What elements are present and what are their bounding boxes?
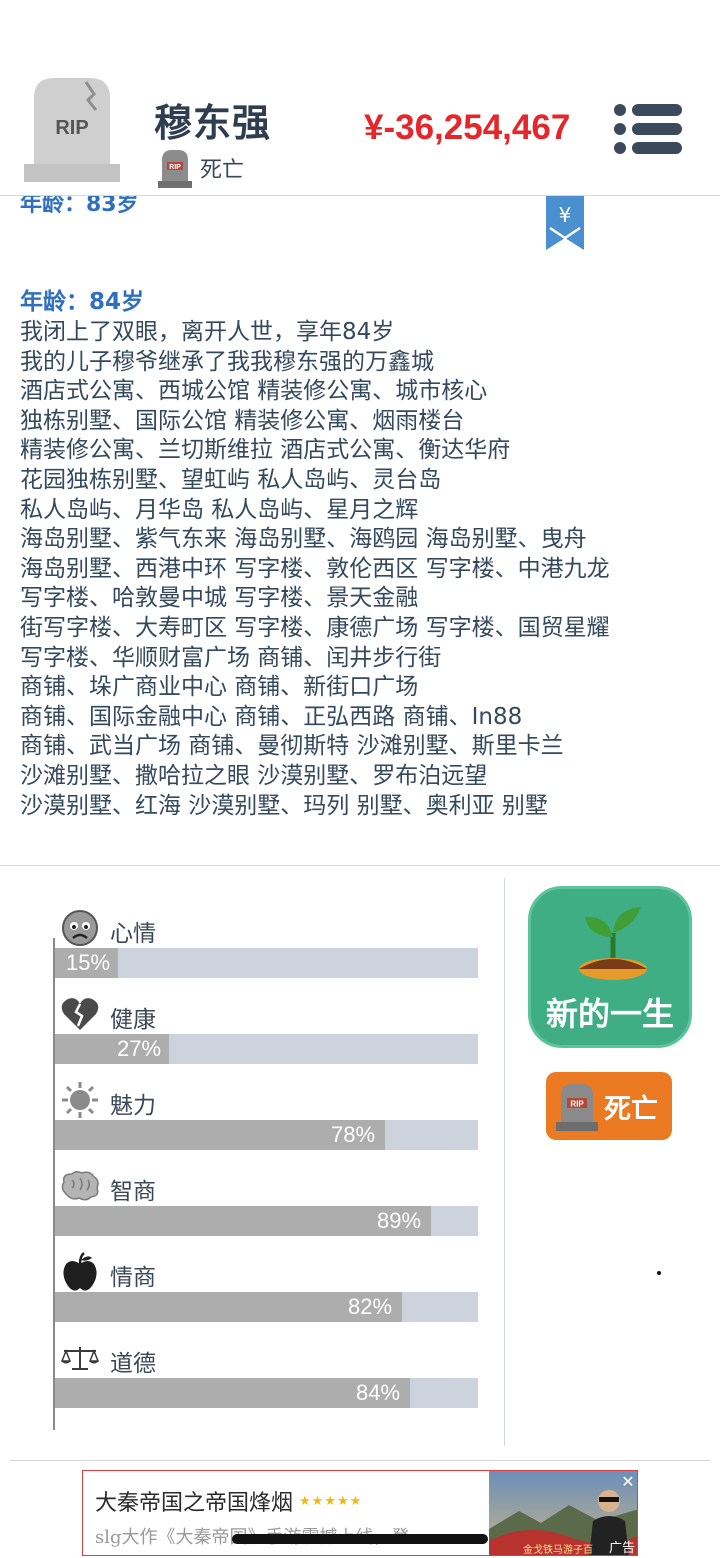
menu-dot — [614, 142, 626, 154]
menu-bar — [632, 104, 682, 116]
stat-percent: 82% — [348, 1294, 393, 1319]
log-line: 写字楼、哈敦曼中城 写字楼、景天金融 — [20, 585, 419, 612]
stat-label: 魅力 — [110, 1093, 156, 1119]
apple-icon — [60, 1252, 100, 1292]
log-line: 我的儿子穆爷继承了我我穆东强的万鑫城 — [20, 348, 434, 375]
log-line: 独栋别墅、国际公馆 精装修公寓、烟雨楼台 — [20, 407, 465, 434]
stat-percent: 27% — [117, 1036, 162, 1061]
sprout-icon — [579, 907, 647, 980]
ad-caption: 金戈铁马游子百 — [523, 1545, 593, 1556]
stat-bar-track: 78% — [55, 1120, 478, 1150]
small-tombstone-icon: RIP — [158, 150, 192, 188]
log-line: 沙滩别墅、撒哈拉之眼 沙漠别墅、罗布泊远望 — [20, 762, 488, 789]
new-life-label: 新的一生 — [545, 995, 674, 1033]
money-bookmark-icon[interactable]: ¥ — [546, 196, 584, 250]
menu-button[interactable] — [612, 100, 684, 158]
profile-header: RIP 穆东强 RIP 死亡 ¥-36,254,467 — [0, 0, 720, 196]
log-line: 街写字楼、大寿町区 写字楼、康德广场 写字楼、国贸星耀 — [20, 614, 610, 641]
previous-age-title: 年龄：83岁 — [20, 196, 139, 217]
log-line: 写字楼、华顺财富广场 商铺、闰井步行街 — [20, 644, 442, 671]
sun-icon — [60, 1080, 100, 1120]
stat-row: 智商 89% — [10, 1166, 490, 1252]
menu-dot — [614, 104, 626, 116]
log-line: 海岛别墅、紫气东来 海岛别墅、海鸥园 海岛别墅、曳舟 — [20, 526, 587, 553]
log-line: 精装修公寓、兰切斯维拉 酒店式公寓、衡达华府 — [20, 437, 511, 464]
stat-bar-track: 15% — [55, 948, 478, 978]
stat-bar-fill — [55, 1206, 431, 1236]
stat-percent: 15% — [66, 950, 111, 975]
stat-bar-track: 27% — [55, 1034, 478, 1064]
ad-tag: 广告 — [609, 1541, 636, 1556]
log-lines: 我闭上了双眼，离开人世，享年84岁我的儿子穆爷继承了我我穆东强的万鑫城酒店式公寓… — [20, 318, 710, 821]
menu-bar — [632, 142, 682, 154]
new-life-button[interactable]: 新的一生 — [528, 886, 692, 1048]
money-balance: ¥-36,254,467 — [364, 108, 571, 147]
log-line: 花园独栋别墅、望虹屿 私人岛屿、灵台岛 — [20, 466, 442, 493]
broken-heart-icon — [60, 994, 100, 1034]
ad-title: 大秦帝国之帝国烽烟 — [95, 1491, 294, 1516]
death-status-label: 死亡 — [604, 1093, 658, 1125]
stat-row: 情商 82% — [10, 1252, 490, 1338]
menu-bar — [632, 123, 682, 135]
log-line: 商铺、垛广商业中心 商铺、新街口广场 — [20, 674, 419, 701]
dead-tombstone-icon: RIP — [556, 1084, 598, 1131]
stat-label: 道德 — [110, 1351, 156, 1377]
log-line: 海岛别墅、西港中环 写字楼、敦伦西区 写字楼、中港九龙 — [20, 555, 610, 582]
decorative-dot — [657, 1271, 661, 1275]
sad-face-icon — [60, 908, 100, 948]
tombstone-icon: RIP — [24, 78, 120, 182]
dead-tombstone-text: RIP — [570, 1100, 584, 1109]
log-line: 我闭上了双眼，离开人世，享年84岁 — [20, 319, 395, 345]
character-name: 穆东强 — [154, 101, 272, 145]
stat-row: 道德 84% — [10, 1338, 490, 1424]
stat-row: 健康 27% — [10, 994, 490, 1080]
stat-bar-track: 89% — [55, 1206, 478, 1236]
stat-percent: 89% — [377, 1208, 422, 1233]
footer-divider — [10, 1460, 710, 1461]
svg-text:RIP: RIP — [169, 164, 181, 171]
scales-icon — [60, 1338, 100, 1378]
stat-row: 心情 15% — [10, 908, 490, 994]
stat-bar-track: 82% — [55, 1292, 478, 1322]
stat-percent: 84% — [356, 1380, 401, 1405]
home-indicator[interactable] — [232, 1534, 488, 1544]
ad-close-icon[interactable]: ✕ — [619, 1473, 637, 1491]
log-line: 沙漠别墅、红海 沙漠别墅、玛列 别墅、奥利亚 别墅 — [20, 792, 548, 819]
stat-percent: 78% — [331, 1122, 376, 1147]
stat-label: 情商 — [110, 1265, 156, 1291]
bookmark-symbol: ¥ — [559, 203, 572, 227]
age-title: 年龄：84岁 — [20, 289, 145, 315]
log-line: 商铺、国际金融中心 商铺、正弘西路 商铺、In88 — [20, 703, 523, 730]
stat-label: 健康 — [110, 1007, 156, 1033]
life-status-text: 死亡 — [200, 158, 245, 183]
ad-title-row: 大秦帝国之帝国烽烟 ★★★★★ — [95, 1485, 362, 1517]
stat-label: 心情 — [110, 921, 156, 947]
panel-divider — [504, 878, 505, 1446]
log-line: 私人岛屿、月华岛 私人岛屿、星月之辉 — [20, 496, 419, 523]
stat-bar-track: 84% — [55, 1378, 478, 1408]
stat-row: 魅力 78% — [10, 1080, 490, 1166]
stat-label: 智商 — [110, 1179, 156, 1205]
log-line: 酒店式公寓、西城公馆 精装修公寓、城市核心 — [20, 378, 488, 405]
menu-dot — [614, 123, 626, 135]
ad-rating-stars: ★★★★★ — [299, 1493, 363, 1509]
life-log[interactable]: 年龄：83岁 ¥ 年龄：84岁 我闭上了双眼，离开人世，享年84岁我的儿子穆爷继… — [0, 196, 720, 866]
tombstone-text: RIP — [55, 117, 88, 139]
brain-icon — [60, 1166, 100, 1206]
log-line: 商铺、武当广场 商铺、曼彻斯特 沙滩别墅、斯里卡兰 — [20, 733, 564, 760]
death-status-button[interactable]: RIP 死亡 — [546, 1072, 672, 1140]
life-status: RIP 死亡 — [158, 148, 244, 188]
